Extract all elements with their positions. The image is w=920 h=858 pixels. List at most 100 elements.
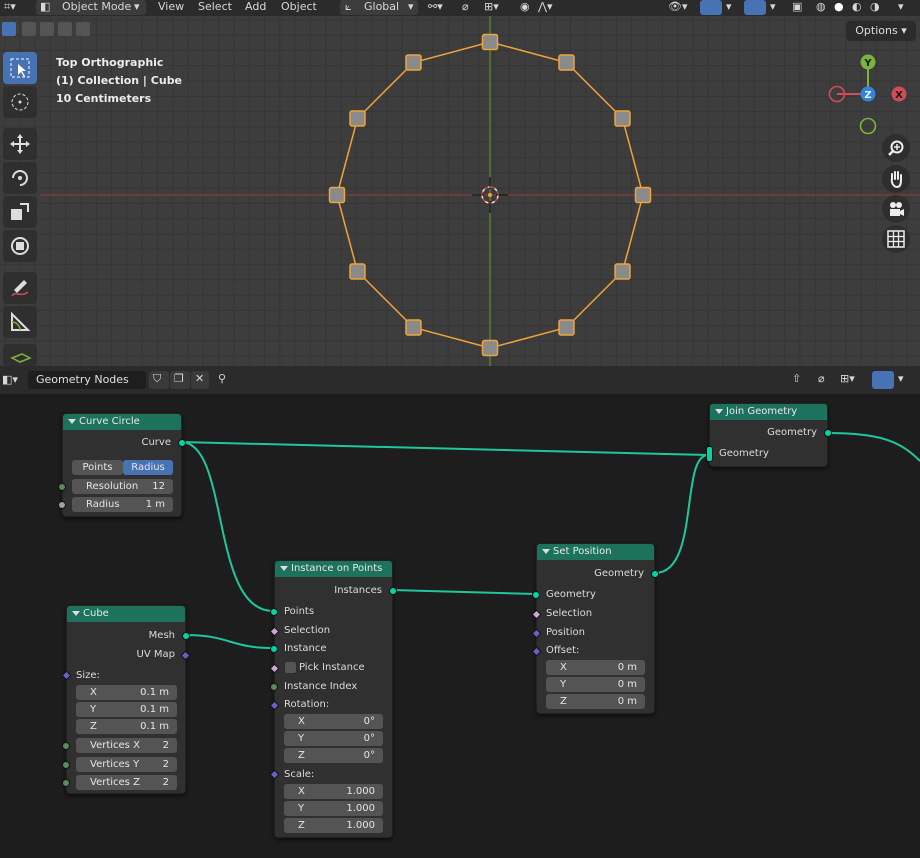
offset-x-field[interactable]: X 0 m [546, 660, 645, 675]
snap-icon[interactable]: ⌀ [462, 0, 469, 16]
output-geometry-socket[interactable] [824, 429, 832, 437]
chevron-down-icon[interactable]: ▾ [898, 0, 904, 16]
select-invert-icon[interactable] [58, 22, 72, 36]
offset-y-value: 0 m [617, 679, 637, 690]
vertices-z-field[interactable]: Vertices Z 2 [76, 775, 177, 790]
rotation-y-field[interactable]: Y 0° [284, 731, 383, 746]
input-instance-socket[interactable] [270, 645, 278, 653]
mode-points-button[interactable]: Points [72, 460, 123, 475]
chevron-down-icon[interactable]: ▾ [770, 0, 776, 16]
camera-view-button[interactable] [882, 195, 910, 223]
transform-orientation-dropdown[interactable]: ⟀ Global ▾ [340, 0, 418, 15]
visibility-icon[interactable]: 👁▾ [668, 0, 688, 16]
transform-icon [11, 237, 29, 255]
gizmo-toggle-button[interactable] [700, 0, 722, 15]
scale-icon [11, 203, 29, 220]
pivot-icon[interactable]: ⚯▾ [428, 0, 443, 16]
material-shading-icon[interactable]: ◐ [852, 0, 862, 16]
instance-cube-6 [558, 319, 575, 336]
radius-socket[interactable] [58, 501, 66, 509]
rotate-tool[interactable] [3, 162, 37, 194]
select-box-tool[interactable] [3, 52, 37, 84]
resolution-socket[interactable] [58, 483, 66, 491]
scale-z-value: 1.000 [346, 820, 375, 831]
rotation-z-field[interactable]: Z 0° [284, 748, 383, 763]
ortho-toggle-button[interactable] [882, 225, 910, 253]
input-selection-label: Selection [546, 608, 593, 619]
resolution-field[interactable]: Resolution 12 [72, 479, 173, 494]
node-join-geometry[interactable]: Join Geometry Geometry Geometry [706, 403, 832, 467]
mode-radius-button[interactable]: Radius [123, 460, 173, 475]
axis-y-label: Y [90, 704, 97, 715]
annotate-tool[interactable] [3, 272, 37, 304]
select-subtract-icon[interactable] [40, 22, 54, 36]
instance-cube-12 [405, 54, 422, 71]
instance-cube-4 [634, 186, 652, 204]
zoom-button[interactable] [882, 134, 910, 162]
wireframe-shading-icon[interactable]: ◍ [816, 0, 826, 16]
transform-tool[interactable] [3, 230, 37, 262]
radius-field[interactable]: Radius 1 m [72, 497, 173, 512]
falloff-icon[interactable]: ⋀▾ [538, 0, 553, 16]
pan-button[interactable] [882, 165, 910, 193]
menu-object[interactable]: Object [281, 0, 317, 16]
select-extend-icon[interactable] [22, 22, 36, 36]
node-cube[interactable]: Cube Mesh UV Map Size: X 0.1 m Y 0.1 m Z 0.… [61, 605, 191, 794]
rotation-x-value: 0° [363, 716, 375, 727]
vertices-x-label: Vertices X [90, 740, 140, 751]
move-tool[interactable] [3, 128, 37, 160]
pick-instance-checkbox[interactable] [285, 662, 296, 673]
snap-increment-icon[interactable]: ⊞▾ [484, 0, 499, 16]
size-y-field[interactable]: Y 0.1 m [76, 702, 177, 717]
input-geometry-socket[interactable] [532, 591, 540, 599]
scale-y-value: 1.000 [346, 803, 375, 814]
link-mesh-to-instance [184, 634, 274, 649]
chevron-down-icon[interactable]: ▾ [726, 0, 732, 16]
output-mesh-socket[interactable] [182, 632, 190, 640]
select-new-icon[interactable] [2, 22, 16, 36]
overlay-toggle-button[interactable] [744, 0, 766, 15]
add-cube-tool[interactable] [3, 344, 37, 366]
cursor-tool[interactable] [3, 86, 37, 118]
scale-x-field[interactable]: X 1.000 [284, 784, 383, 799]
3d-viewport[interactable]: Y X Z ⌗▾ ◧ Object Mode ▾ View Select Add… [0, 0, 920, 366]
size-z-field[interactable]: Z 0.1 m [76, 719, 177, 734]
scale-y-field[interactable]: Y 1.000 [284, 801, 383, 816]
menu-add[interactable]: Add [245, 0, 266, 16]
input-points-socket[interactable] [270, 608, 278, 616]
output-curve-socket[interactable] [178, 439, 186, 447]
offset-z-field[interactable]: Z 0 m [546, 694, 645, 709]
select-intersect-icon[interactable] [76, 22, 90, 36]
node-set-position[interactable]: Set Position Geometry Geometry Selection… [531, 543, 659, 714]
output-geometry-socket[interactable] [651, 570, 659, 578]
scale-z-field[interactable]: Z 1.000 [284, 818, 383, 833]
chevron-down-icon: ▾ [134, 0, 140, 13]
xray-icon[interactable]: ▣ [792, 0, 802, 16]
menu-view[interactable]: View [158, 0, 184, 16]
vertices-y-socket[interactable] [62, 761, 70, 769]
node-curve-circle[interactable]: Curve Circle Curve Points Radius Resolut… [58, 413, 186, 517]
solid-shading-icon[interactable]: ● [834, 0, 844, 16]
mode-dropdown[interactable]: ◧ Object Mode ▾ [36, 0, 146, 15]
scale-tool[interactable] [3, 196, 37, 228]
options-button[interactable]: Options ▾ [846, 21, 916, 41]
input-geometry-multi-socket[interactable] [706, 446, 713, 462]
menu-select[interactable]: Select [198, 0, 232, 16]
rotation-x-field[interactable]: X 0° [284, 714, 383, 729]
node-instance-on-points[interactable]: Instance on Points Instances Points Sele… [269, 560, 397, 838]
offset-y-field[interactable]: Y 0 m [546, 677, 645, 692]
vertices-z-socket[interactable] [62, 779, 70, 787]
measure-tool[interactable] [3, 306, 37, 338]
proportional-edit-icon[interactable]: ◉ [520, 0, 530, 16]
vertices-y-field[interactable]: Vertices Y 2 [76, 757, 177, 772]
rendered-shading-icon[interactable]: ◑ [870, 0, 880, 16]
output-instances-socket[interactable] [389, 587, 397, 595]
size-x-field[interactable]: X 0.1 m [76, 685, 177, 700]
vertices-x-field[interactable]: Vertices X 2 [76, 738, 177, 753]
instance-index-socket[interactable] [270, 683, 278, 691]
resolution-value: 12 [152, 481, 165, 492]
axis-x-label: X [298, 786, 305, 797]
geometry-node-editor[interactable]: ◧▾ Geometry Nodes ⛉ ❐ ✕ ⚲ ⇧ ⌀ ⊞▾ ▾ Curve… [0, 366, 920, 858]
vertices-x-socket[interactable] [62, 742, 70, 750]
editor-type-icon[interactable]: ⌗▾ [4, 0, 16, 16]
